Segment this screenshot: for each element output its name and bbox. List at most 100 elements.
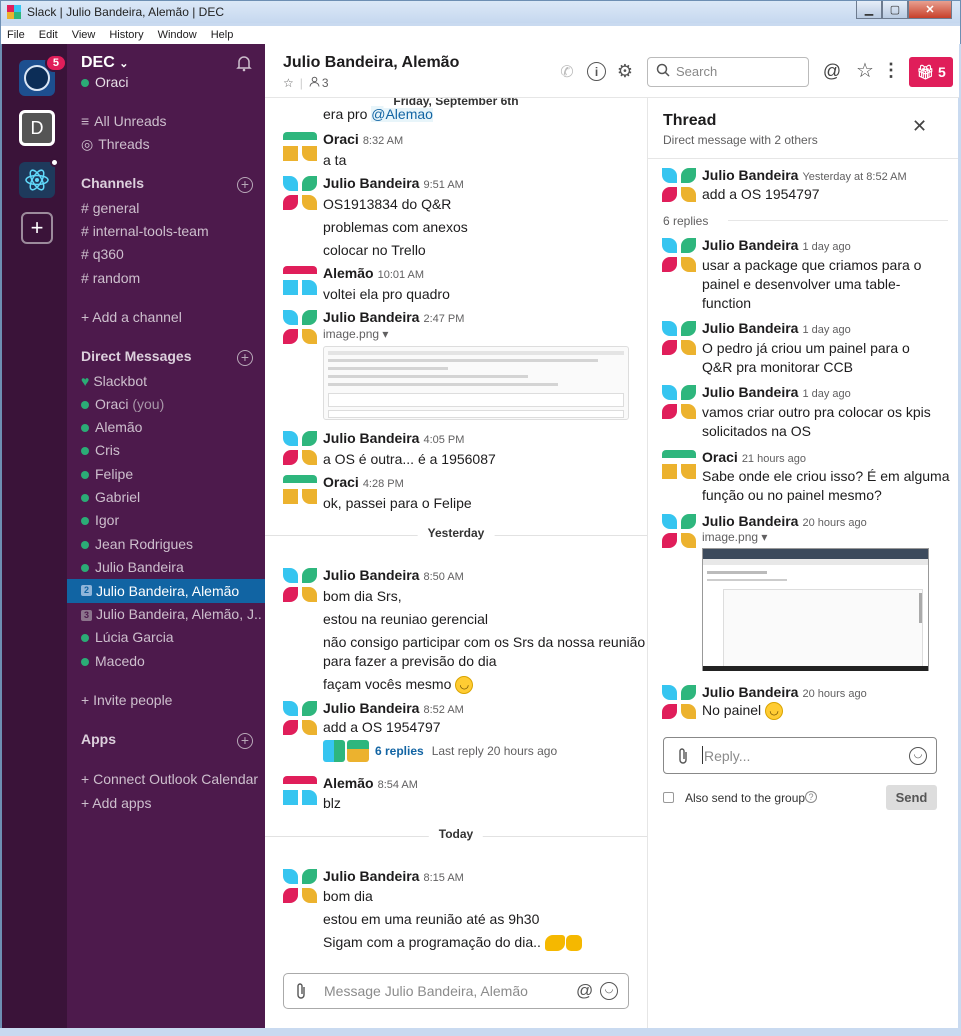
dm-jean-rodrigues[interactable]: Jean Rodrigues <box>81 534 261 554</box>
reply-author[interactable]: Julio Bandeira 1 day ago <box>702 384 851 400</box>
help-circle-icon[interactable]: ? <box>805 791 817 803</box>
channel-title[interactable]: Julio Bandeira, Alemão <box>283 54 459 72</box>
avatar-julio[interactable] <box>662 168 696 202</box>
message-author[interactable]: Julio Bandeira 2:47 PM <box>323 309 464 325</box>
dm-macedo[interactable]: Macedo <box>81 651 261 671</box>
dm-lucia-garcia[interactable]: Lúcia Garcia <box>81 627 261 647</box>
workspace-name[interactable]: DEC ⌄ <box>81 54 128 72</box>
sidebar-threads[interactable]: ◎ Threads <box>81 134 261 154</box>
message-author[interactable]: Oraci 4:28 PM <box>323 474 404 490</box>
avatar-julio[interactable] <box>283 701 317 735</box>
thread-reply-input[interactable]: Reply... ◡ <box>663 737 937 774</box>
dm-oraci[interactable]: Oraci (you) <box>81 394 261 414</box>
gift-button[interactable]: 🎁︎ 5 <box>909 57 953 87</box>
avatar-oraci[interactable] <box>283 475 317 509</box>
channel-general[interactable]: # general <box>81 198 261 218</box>
dm-alemao[interactable]: Alemão <box>81 417 261 437</box>
message-author[interactable]: Julio Bandeira 9:51 AM <box>323 175 464 191</box>
dm-cris[interactable]: Cris <box>81 440 261 460</box>
menu-history[interactable]: History <box>109 29 143 41</box>
emoji-picker-icon[interactable]: ◡ <box>909 747 927 765</box>
also-send-checkbox[interactable] <box>663 792 674 803</box>
avatar-julio[interactable] <box>662 685 696 719</box>
message-author[interactable]: Alemão 10:01 AM <box>323 265 424 281</box>
close-thread-icon[interactable]: ✕ <box>912 116 927 137</box>
more-vertical-icon[interactable]: ⋮ <box>882 59 900 81</box>
dm-gabriel[interactable]: Gabriel <box>81 487 261 507</box>
replies-link[interactable]: 6 replies <box>375 744 424 758</box>
avatar-julio[interactable] <box>283 431 317 465</box>
star-icon[interactable]: ☆ <box>283 76 294 90</box>
message-composer[interactable]: Message Julio Bandeira, Alemão @ ◡ <box>283 973 629 1009</box>
minimize-button[interactable]: ▁ <box>856 1 882 19</box>
apps-header[interactable]: Apps <box>81 731 116 747</box>
avatar-julio[interactable] <box>283 869 317 903</box>
reply-author[interactable]: Julio Bandeira 20 hours ago <box>702 513 867 529</box>
mention-link[interactable]: @Alemao <box>371 106 433 122</box>
avatar-alemao[interactable] <box>283 266 317 300</box>
add-channel-icon[interactable]: + <box>237 177 253 193</box>
thread-image-attachment[interactable] <box>702 548 929 671</box>
avatar-julio[interactable] <box>283 568 317 602</box>
attachment-filename[interactable]: image.png ▾ <box>323 327 388 341</box>
maximize-button[interactable]: ▢ <box>882 1 908 19</box>
team-icon-react[interactable] <box>19 158 59 198</box>
settings-gear-icon[interactable]: ⚙ <box>614 60 636 82</box>
channel-q360[interactable]: # q360 <box>81 244 261 264</box>
dm-julio-bandeira[interactable]: Julio Bandeira <box>81 557 261 577</box>
mentions-at-icon[interactable]: @ <box>821 60 843 82</box>
add-workspace-button[interactable]: + <box>21 212 53 244</box>
dm-felipe[interactable]: Felipe <box>81 464 261 484</box>
avatar-julio[interactable] <box>662 385 696 419</box>
connect-outlook-link[interactable]: + Connect Outlook Calendar <box>81 769 261 789</box>
add-app-icon[interactable]: + <box>237 733 253 749</box>
dm-slackbot[interactable]: ♥ Slackbot <box>81 371 261 391</box>
starred-items-icon[interactable]: ☆ <box>854 59 876 82</box>
message-author[interactable]: Julio Bandeira 4:05 PM <box>323 430 464 446</box>
dm-julio-alemao-j[interactable]: 3 Julio Bandeira, Alemão, J... <box>81 604 261 624</box>
menu-edit[interactable]: Edit <box>39 29 58 41</box>
send-button[interactable]: Send <box>886 785 937 810</box>
avatar-julio[interactable] <box>283 310 317 344</box>
team-icon-dec[interactable]: D <box>19 110 55 146</box>
thread-parent-author[interactable]: Julio Bandeira Yesterday at 8:52 AM <box>702 167 907 183</box>
message-author[interactable]: Julio Bandeira 8:50 AM <box>323 567 464 583</box>
message-author[interactable]: Alemão 8:54 AM <box>323 775 418 791</box>
channel-internal-tools-team[interactable]: # internal-tools-team <box>81 221 261 241</box>
avatar-oraci[interactable] <box>662 450 696 484</box>
info-icon[interactable]: i <box>587 62 606 81</box>
avatar-alemao[interactable] <box>283 776 317 810</box>
message-author[interactable]: Oraci 8:32 AM <box>323 131 403 147</box>
dm-igor[interactable]: Igor <box>81 510 261 530</box>
emoji-picker-icon[interactable]: ◡ <box>600 982 618 1000</box>
close-window-button[interactable]: ✕ <box>908 1 952 19</box>
member-count[interactable]: 3 <box>322 76 329 90</box>
reply-author[interactable]: Julio Bandeira 20 hours ago <box>702 684 867 700</box>
menu-view[interactable]: View <box>72 29 96 41</box>
channels-header[interactable]: Channels <box>81 175 144 191</box>
add-dm-icon[interactable]: + <box>237 350 253 366</box>
bell-icon[interactable] <box>235 54 253 75</box>
avatar-julio[interactable] <box>662 514 696 548</box>
avatar-julio[interactable] <box>283 176 317 210</box>
menu-file[interactable]: File <box>7 29 25 41</box>
reply-author[interactable]: Julio Bandeira 1 day ago <box>702 320 851 336</box>
team-icon-1[interactable]: 5 <box>19 54 67 96</box>
message-author[interactable]: Julio Bandeira 8:52 AM <box>323 700 464 716</box>
add-apps-link[interactable]: + Add apps <box>81 793 261 813</box>
thread-replies-bar[interactable]: 6 replies Last reply 20 hours ago <box>323 740 557 762</box>
dm-julio-alemao-active[interactable]: 2 Julio Bandeira, Alemão <box>67 579 265 603</box>
reply-author[interactable]: Oraci 21 hours ago <box>702 449 806 465</box>
image-attachment[interactable] <box>323 346 629 420</box>
sidebar-all-unreads[interactable]: ≡ All Unreads <box>81 111 261 131</box>
paperclip-icon[interactable] <box>676 747 690 770</box>
avatar-julio[interactable] <box>662 321 696 355</box>
avatar-julio[interactable] <box>662 238 696 272</box>
channel-random[interactable]: # random <box>81 268 261 288</box>
menu-window[interactable]: Window <box>158 29 197 41</box>
message-author[interactable]: Julio Bandeira 8:15 AM <box>323 868 464 884</box>
attachment-filename[interactable]: image.png ▾ <box>702 530 767 544</box>
add-channel-link[interactable]: + Add a channel <box>81 307 261 327</box>
invite-people-link[interactable]: + Invite people <box>81 690 261 710</box>
mention-icon[interactable]: @ <box>576 981 593 1001</box>
